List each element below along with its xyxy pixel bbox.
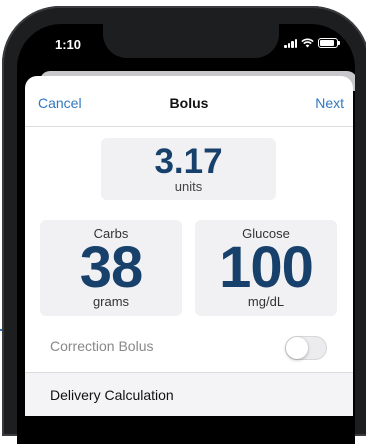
- next-button[interactable]: Next: [315, 95, 344, 111]
- toggle-knob: [286, 337, 308, 359]
- status-time: 1:10: [55, 37, 82, 52]
- bolus-sheet: Cancel Bolus Next 3.17 units Carbs 38 gr…: [25, 76, 353, 416]
- glucose-value: 100: [219, 235, 314, 300]
- wifi-icon: [301, 38, 314, 48]
- battery-icon: [318, 38, 340, 48]
- correction-bolus-label: Correction Bolus: [50, 338, 154, 354]
- correction-bolus-row: Correction Bolus: [25, 325, 353, 369]
- carbs-unit: grams: [92, 294, 130, 309]
- bolus-total-card: 3.17 units: [101, 138, 276, 200]
- bolus-units-value: 3.17: [154, 142, 223, 181]
- correction-bolus-toggle[interactable]: [285, 336, 327, 360]
- status-icons: [284, 38, 340, 48]
- page-title: Bolus: [169, 95, 209, 111]
- carbs-value: 38: [79, 235, 144, 300]
- cellular-signal-icon: [284, 38, 297, 48]
- delivery-calculation-section[interactable]: Delivery Calculation: [25, 372, 353, 416]
- glucose-unit: mg/dL: [247, 294, 285, 309]
- glucose-card[interactable]: Glucose 100 mg/dL: [195, 220, 337, 316]
- carbs-card[interactable]: Carbs 38 grams: [40, 220, 182, 316]
- notch: [103, 24, 279, 58]
- nav-bar: Cancel Bolus Next: [25, 76, 353, 127]
- delivery-calculation-label: Delivery Calculation: [50, 387, 174, 403]
- bolus-units-label: units: [174, 179, 203, 194]
